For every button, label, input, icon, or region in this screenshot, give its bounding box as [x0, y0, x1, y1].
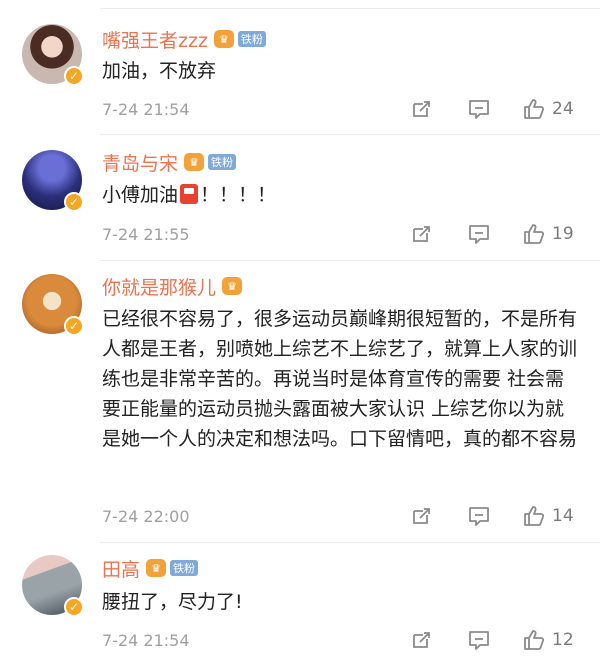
divider: [100, 8, 600, 9]
like-icon: [524, 630, 545, 650]
comment-text: 加油，不放弃: [102, 60, 217, 82]
timestamp: 7-24 21:55: [102, 224, 190, 244]
fan-badge: 铁粉: [170, 560, 199, 576]
avatar[interactable]: ✓: [22, 24, 84, 86]
verified-icon: ✓: [64, 66, 84, 86]
name-row: 青岛与宋 ♛ 铁粉: [102, 147, 237, 177]
fuel-pump-emoji: [180, 184, 199, 204]
comment-text-part: 小傅加油: [102, 184, 179, 206]
crown-icon: ♛: [146, 559, 167, 577]
repost-button[interactable]: [408, 96, 434, 122]
like-icon: [524, 99, 545, 119]
timestamp: 7-24 22:00: [102, 506, 190, 526]
reply-icon: [469, 225, 489, 244]
like-count: 14: [552, 506, 574, 526]
username[interactable]: 田高: [102, 555, 140, 582]
comment-meta: 7-24 21:54 24: [102, 96, 578, 122]
fan-badge: 铁粉: [237, 31, 266, 47]
reply-button[interactable]: [466, 221, 492, 247]
reply-button[interactable]: [466, 503, 492, 529]
comment-meta: 7-24 21:55 19: [102, 221, 578, 247]
timestamp: 7-24 21:54: [102, 630, 190, 650]
like-count: 12: [552, 630, 574, 650]
divider: [100, 134, 600, 135]
like-button[interactable]: 19: [522, 222, 578, 246]
repost-button[interactable]: [408, 503, 434, 529]
repost-button[interactable]: [408, 221, 434, 247]
timestamp: 7-24 21:54: [102, 99, 190, 119]
crown-icon: ♛: [184, 153, 205, 171]
avatar[interactable]: ✓: [22, 274, 84, 336]
comment-actions: 14: [408, 503, 578, 529]
divider: [100, 260, 600, 261]
repost-icon: [413, 508, 430, 524]
repost-icon: [413, 632, 430, 648]
like-button[interactable]: 14: [522, 504, 578, 528]
name-row: 嘴强王者zzz ♛ 铁粉: [102, 24, 266, 54]
divider: [100, 542, 600, 543]
username[interactable]: 嘴强王者zzz: [102, 26, 208, 53]
verified-icon: ✓: [64, 316, 84, 336]
verified-icon: ✓: [64, 192, 84, 212]
comment-meta: 7-24 21:54 12: [102, 627, 578, 653]
avatar[interactable]: ✓: [22, 555, 84, 617]
verified-icon: ✓: [64, 597, 84, 617]
like-button[interactable]: 12: [522, 628, 578, 652]
comment-text-part: ！！！！: [200, 184, 277, 206]
reply-icon: [469, 507, 489, 526]
like-icon: [524, 506, 545, 526]
repost-button[interactable]: [408, 627, 434, 653]
like-button[interactable]: 24: [522, 97, 578, 121]
comment-actions: 19: [408, 221, 578, 247]
comment-meta: 7-24 22:00 14: [102, 503, 578, 529]
username[interactable]: 你就是那猴儿: [102, 273, 216, 300]
reply-button[interactable]: [466, 96, 492, 122]
like-icon: [524, 224, 545, 244]
comment-text: 小傅加油 ！！！！: [102, 180, 582, 210]
repost-icon: [413, 226, 430, 242]
reply-button[interactable]: [466, 627, 492, 653]
name-row: 田高 ♛ 铁粉: [102, 553, 199, 583]
like-count: 24: [552, 99, 574, 119]
comment-text: 已经很不容易了，很多运动员巅峰期很短暂的，不是所有人都是王者，别喷她上综艺不上综…: [102, 308, 578, 450]
crown-icon: ♛: [213, 30, 234, 48]
crown-icon: ♛: [222, 277, 243, 295]
comment-feed: ✓ 嘴强王者zzz ♛ 铁粉 加油，不放弃 7-24 21:54 24 ✓ 青岛…: [0, 0, 600, 661]
avatar[interactable]: ✓: [22, 150, 84, 212]
reply-icon: [469, 100, 489, 119]
repost-icon: [413, 101, 430, 117]
like-count: 19: [552, 224, 574, 244]
reply-icon: [469, 631, 489, 650]
comment-actions: 24: [408, 96, 578, 122]
comment-text: 腰扭了，尽力了!: [102, 591, 243, 613]
name-row: 你就是那猴儿 ♛: [102, 271, 243, 301]
username[interactable]: 青岛与宋: [102, 149, 178, 176]
fan-badge: 铁粉: [208, 154, 237, 170]
comment-actions: 12: [408, 627, 578, 653]
